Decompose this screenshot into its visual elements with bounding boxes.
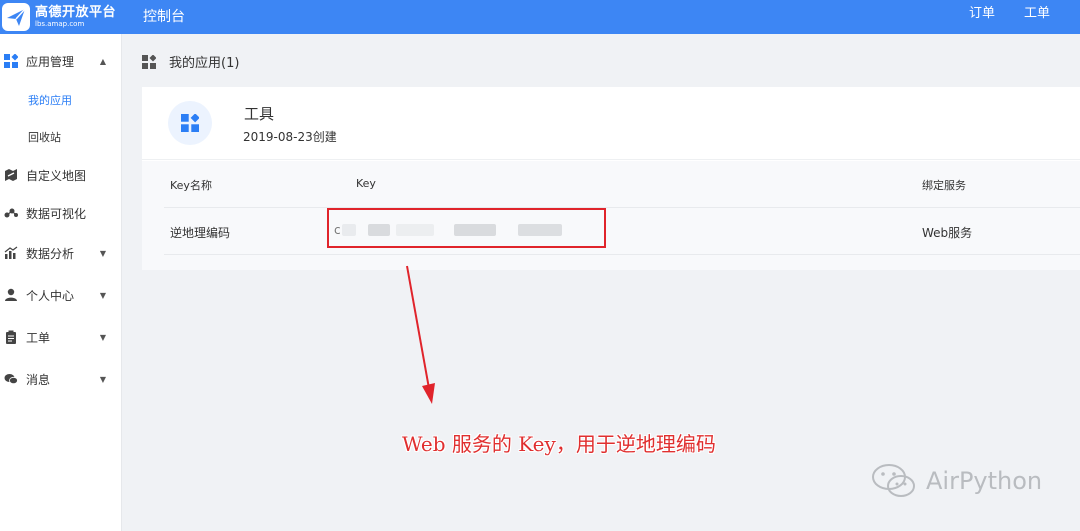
sidebar-item-label: 数据分析 — [26, 246, 75, 261]
tickets-link[interactable]: 工单 — [1024, 0, 1050, 28]
top-bar: 高德开放平台 lbs.amap.com 控制台 订单 工单 — [0, 0, 1080, 34]
page-header: 我的应用(1) — [142, 52, 239, 71]
sidebar-item-personal-center[interactable]: 个人中心 ▼ — [0, 280, 122, 310]
app-created-date: 2019-08-23创建 — [243, 130, 337, 144]
watermark: AirPython — [870, 462, 1042, 500]
sidebar-item-label: 回收站 — [28, 131, 61, 144]
sidebar-item-label: 个人中心 — [26, 288, 75, 303]
key-name-cell: 逆地理编码 — [170, 226, 231, 240]
app-grid-icon — [4, 54, 18, 68]
logo-subtitle: lbs.amap.com — [35, 20, 85, 28]
user-icon — [4, 288, 18, 302]
message-icon — [4, 372, 18, 386]
annotation-arrow-icon — [406, 265, 435, 404]
chevron-down-icon: ▼ — [99, 290, 106, 300]
sidebar-item-messages[interactable]: 消息 ▼ — [0, 364, 122, 394]
amap-logo[interactable]: 高德开放平台 lbs.amap.com — [2, 0, 116, 34]
sidebar-item-app-management[interactable]: 应用管理 ▲ — [0, 46, 122, 76]
chevron-down-icon: ▼ — [99, 248, 106, 258]
sidebar-item-tickets[interactable]: 工单 ▼ — [0, 322, 122, 352]
sidebar-item-my-apps[interactable]: 我的应用 — [0, 85, 122, 115]
app-grid-icon — [142, 53, 157, 69]
table-row[interactable]: 逆地理编码 c Web服务 — [164, 207, 1080, 255]
logo-title: 高德开放平台 — [35, 5, 117, 20]
key-highlight-box — [327, 208, 606, 248]
wechat-icon — [872, 464, 915, 497]
app-avatar — [168, 101, 212, 145]
app-header: 工具 2019-08-23创建 — [142, 87, 1080, 160]
sidebar-item-label: 自定义地图 — [26, 168, 87, 183]
app-grid-icon — [181, 114, 199, 132]
visualization-icon — [4, 206, 18, 220]
map-icon — [4, 168, 18, 182]
column-header-bound-service: 绑定服务 — [922, 179, 966, 192]
column-header-key-name: Key名称 — [170, 179, 212, 192]
chart-icon — [4, 246, 18, 260]
paper-plane-icon — [2, 3, 30, 31]
chevron-down-icon: ▼ — [99, 374, 106, 384]
sidebar-item-custom-map[interactable]: 自定义地图 — [0, 160, 122, 190]
key-table: Key名称 Key 绑定服务 逆地理编码 c Web服务 — [142, 161, 1080, 270]
sidebar: 应用管理 ▲ 我的应用 回收站 自定义地图 数据可视化 数据分析 ▼ 个人中心 … — [0, 34, 122, 531]
watermark-text: AirPython — [926, 467, 1043, 495]
sidebar-item-label: 工单 — [26, 330, 51, 345]
app-name: 工具 — [244, 105, 275, 123]
chevron-down-icon: ▼ — [99, 332, 106, 342]
chevron-up-icon: ▲ — [99, 56, 106, 66]
clipboard-icon — [4, 330, 18, 344]
sidebar-item-label: 数据可视化 — [26, 206, 87, 221]
sidebar-item-recycle-bin[interactable]: 回收站 — [0, 122, 122, 152]
column-header-key: Key — [356, 177, 376, 190]
sidebar-item-data-analysis[interactable]: 数据分析 ▼ — [0, 238, 122, 268]
app-card: 工具 2019-08-23创建 Key名称 Key 绑定服务 逆地理编码 c W… — [142, 87, 1080, 270]
orders-link[interactable]: 订单 — [969, 0, 995, 28]
sidebar-item-label: 我的应用 — [28, 94, 72, 107]
annotation-text: Web 服务的 Key，用于逆地理编码 — [402, 432, 716, 456]
bound-service-cell: Web服务 — [922, 226, 973, 240]
sidebar-item-data-visualization[interactable]: 数据可视化 — [0, 198, 122, 228]
sidebar-item-label: 应用管理 — [26, 54, 75, 69]
page-title: 我的应用(1) — [169, 56, 240, 71]
sidebar-item-label: 消息 — [26, 372, 51, 387]
console-title[interactable]: 控制台 — [143, 0, 185, 34]
